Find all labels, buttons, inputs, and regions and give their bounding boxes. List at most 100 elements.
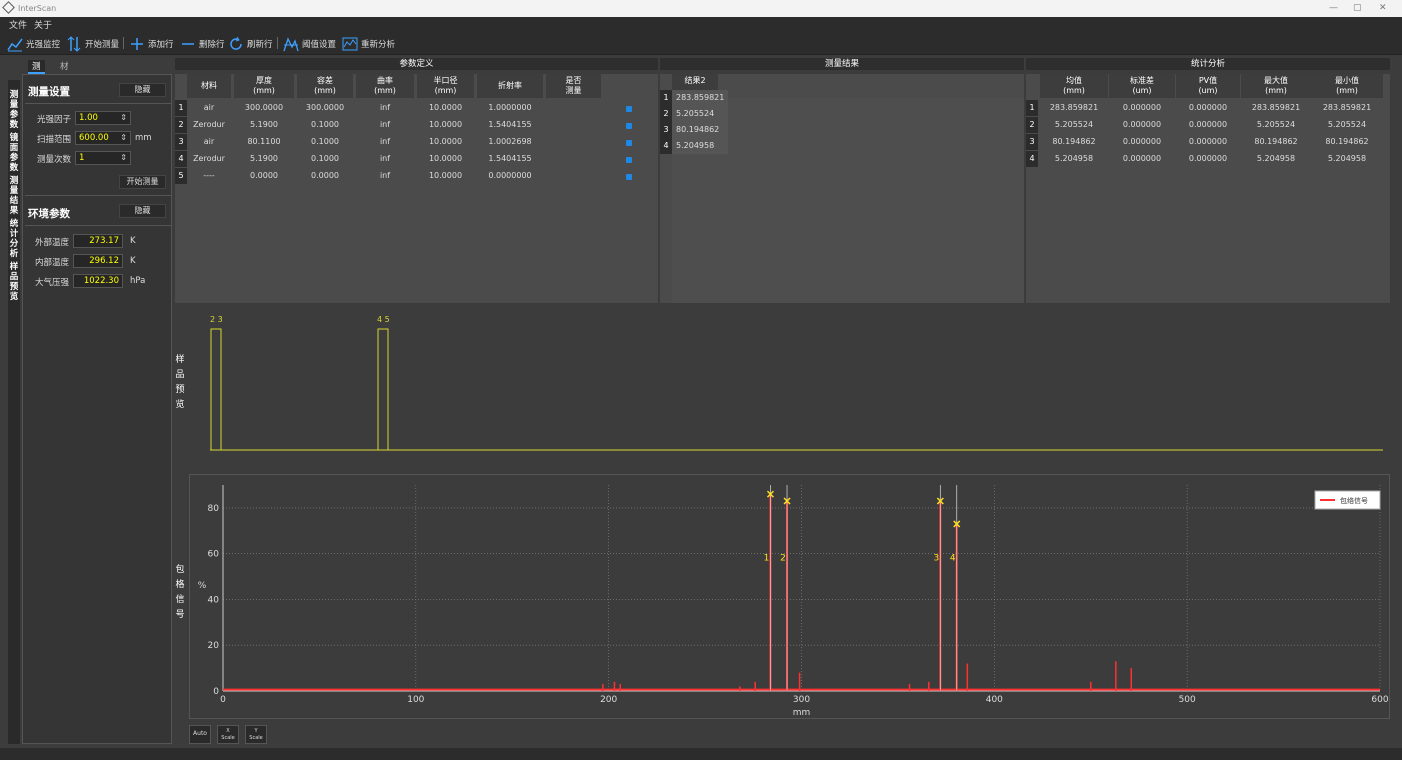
spin-arrows-icon: ⇕ [120,113,127,122]
refresh-row-button[interactable]: 刷新行 [228,35,273,52]
stats-cell[interactable]: 5.205524 [1040,117,1108,133]
stats-cell[interactable]: 0.000000 [1109,134,1175,150]
param-cell[interactable]: inf [356,168,414,184]
stats-cell[interactable]: 0.000000 [1109,151,1175,167]
external-temp-unit: K [130,236,136,246]
reanalyze-button[interactable]: 重新分析 [342,35,395,52]
light-monitor-button[interactable]: 光强监控 [7,35,60,52]
menu-bar: 文件 关于 [0,17,1402,31]
stats-cell[interactable]: 5.204958 [1311,151,1383,167]
side-tab-1[interactable]: 测量参数 [8,90,20,130]
param-cell[interactable]: 0.1000 [297,151,353,167]
param-cell[interactable]: 0.0000 [297,168,353,184]
col-header-line1: 是否 [565,76,582,85]
result-cell[interactable]: 283.859821 [672,90,728,106]
param-cell[interactable]: 1.0002698 [477,134,543,150]
result-cell[interactable]: 5.204958 [672,138,728,154]
col-header-line2: (mm) [253,86,275,95]
param-cell[interactable]: air [187,100,231,116]
param-cell[interactable]: 1.0000000 [477,100,543,116]
add-row-button[interactable]: 添加行 [129,35,174,52]
start-measure-button[interactable]: 开始测量 [66,35,119,52]
y-scale-button[interactable]: Y Scale [245,725,267,744]
stats-cell[interactable]: 283.859821 [1241,100,1311,116]
param-cell[interactable]: 5.1900 [234,151,294,167]
param-cell[interactable]: 10.0000 [417,100,474,116]
minimize-button[interactable]: — [1329,3,1338,13]
side-tab-4[interactable]: 统计分析 [8,219,20,259]
stats-cell[interactable]: 0.000000 [1109,100,1175,116]
start-measure-panel-button[interactable]: 开始测量 [119,175,166,189]
param-col-header: 折射率 [477,74,543,98]
stats-cell[interactable]: 0.000000 [1176,117,1240,133]
stats-cell[interactable]: 283.859821 [1311,100,1383,116]
tab-material-library[interactable]: 材料库 [56,60,73,100]
param-cell[interactable]: inf [356,134,414,150]
result-cell[interactable]: 80.194862 [672,122,728,138]
stats-cell[interactable]: 5.205524 [1241,117,1311,133]
measure-checkbox[interactable] [626,123,632,129]
close-button[interactable]: ✕ [1379,3,1387,13]
stats-cell[interactable]: 283.859821 [1040,100,1108,116]
x-tick-label: 100 [407,695,424,705]
param-cell[interactable]: 10.0000 [417,168,474,184]
menu-file[interactable]: 文件 [9,18,27,31]
row-number: 3 [175,134,187,150]
toolbar-separator [123,37,124,49]
param-cell[interactable]: 0.1000 [297,117,353,133]
stats-cell[interactable]: 5.205524 [1311,117,1383,133]
hide-settings-button[interactable]: 隐藏 [119,83,166,97]
param-cell[interactable]: Zerodur [187,117,231,133]
param-cell[interactable]: 1.5404155 [477,117,543,133]
param-cell[interactable]: 1.5404155 [477,151,543,167]
result-cell[interactable]: 5.205524 [672,106,728,122]
stats-cell[interactable]: 80.194862 [1311,134,1383,150]
stats-cell[interactable]: 80.194862 [1040,134,1108,150]
maximize-button[interactable]: ▢ [1353,3,1362,13]
param-cell[interactable]: 10.0000 [417,117,474,133]
threshold-settings-button[interactable]: 阈值设置 [283,35,336,52]
light-factor-input[interactable]: 1.00 ⇕ [75,111,131,125]
param-cell[interactable]: air [187,134,231,150]
param-cell[interactable]: inf [356,151,414,167]
measure-checkbox[interactable] [626,174,632,180]
param-cell[interactable]: 0.0000 [234,168,294,184]
auto-button[interactable]: Auto [189,725,211,744]
measure-checkbox[interactable] [626,106,632,112]
stats-cell[interactable]: 0.000000 [1176,134,1240,150]
app-icon [2,1,15,14]
param-cell[interactable]: 80.1100 [234,134,294,150]
stats-cell[interactable]: 0.000000 [1176,151,1240,167]
param-cell[interactable]: 300.0000 [234,100,294,116]
stats-cell[interactable]: 80.194862 [1241,134,1311,150]
param-cell[interactable]: inf [356,100,414,116]
param-cell[interactable]: 0.0000000 [477,168,543,184]
scan-range-input[interactable]: 600.00 ⇕ [75,131,131,145]
side-tab-2[interactable]: 镜面参数 [8,133,20,173]
param-cell[interactable]: Zerodur [187,151,231,167]
x-scale-button[interactable]: X Scale [217,725,239,744]
menu-about[interactable]: 关于 [34,18,52,31]
delete-row-button[interactable]: 删除行 [180,35,225,52]
param-cell[interactable]: 0.1000 [297,134,353,150]
param-cell[interactable]: 300.0000 [297,100,353,116]
stats-cell[interactable]: 5.204958 [1241,151,1311,167]
param-cell[interactable]: inf [356,117,414,133]
side-tab-3[interactable]: 测量结果 [8,176,20,216]
col-header-line1: 容差 [317,76,333,85]
measure-count-input[interactable]: 1 ⇕ [75,151,131,165]
divider [25,195,171,196]
measure-checkbox[interactable] [626,140,632,146]
stats-cell[interactable]: 5.204958 [1040,151,1108,167]
side-tab-5[interactable]: 样品预览 [8,262,20,302]
param-cell[interactable]: 5.1900 [234,117,294,133]
hide-env-button[interactable]: 隐藏 [119,204,166,218]
param-cell[interactable]: 10.0000 [417,134,474,150]
stats-cell[interactable]: 0.000000 [1109,117,1175,133]
internal-temp-value: 296.12 [73,254,123,268]
stats-cell[interactable]: 0.000000 [1176,100,1240,116]
param-cell[interactable]: 10.0000 [417,151,474,167]
tab-measure[interactable]: 测量 [28,60,45,86]
measure-checkbox[interactable] [626,157,632,163]
param-cell[interactable]: ---- [187,168,231,184]
